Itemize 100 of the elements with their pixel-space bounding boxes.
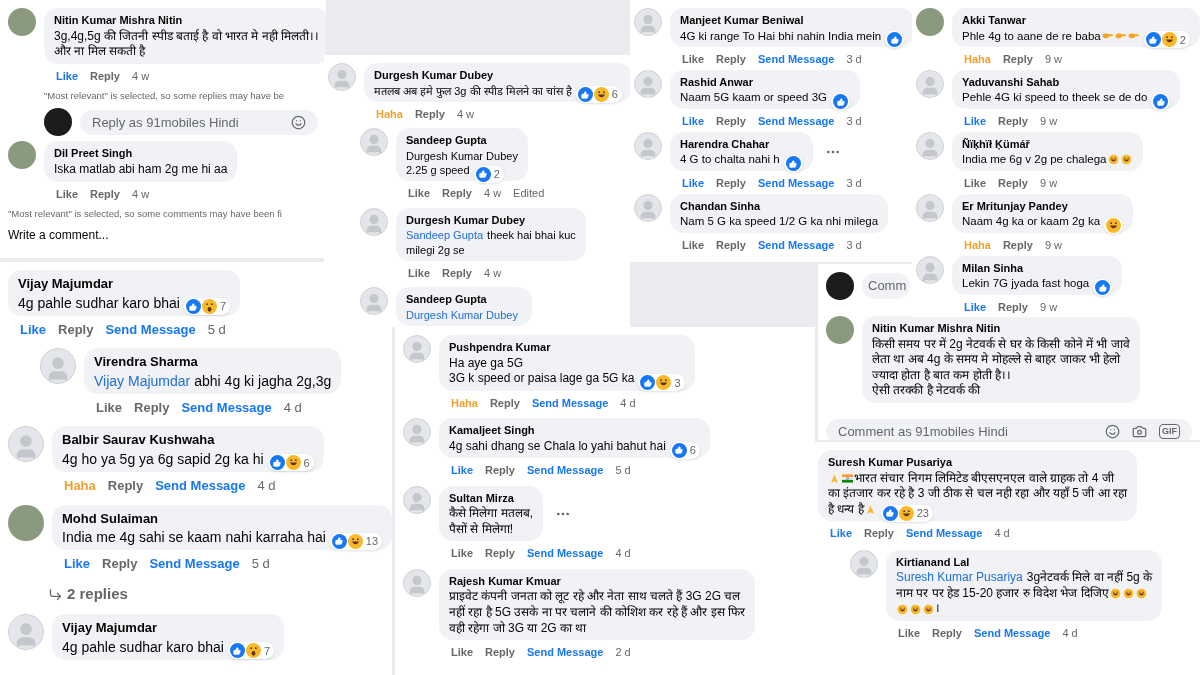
reply-link[interactable]: Reply (1002, 51, 1033, 68)
commenter-name[interactable]: Dil Preet Singh (54, 145, 228, 162)
send-message-link[interactable]: Send Message (758, 237, 835, 254)
commenter-name[interactable]: Sandeep Gupta (406, 132, 518, 149)
reply-link[interactable]: Reply (998, 299, 1028, 316)
reaction-badge[interactable]: 23 (880, 505, 933, 522)
reply-link[interactable]: Reply (102, 554, 138, 574)
like-link[interactable]: Like (451, 462, 473, 479)
like-link[interactable]: Like (408, 265, 430, 282)
reply-link[interactable]: Reply (864, 525, 894, 542)
reply-link[interactable]: Reply (442, 185, 472, 202)
reaction-badge[interactable]: 6 (267, 454, 314, 472)
commenter-name[interactable]: Vijay Majumdar (18, 274, 231, 294)
reply-link[interactable]: Reply (485, 644, 515, 661)
reply-link[interactable]: Reply (716, 51, 746, 68)
camera-icon[interactable] (1132, 424, 1147, 440)
reaction-badge[interactable]: 2 (473, 165, 504, 183)
commenter-name[interactable]: Manjeet Kumar Beniwal (680, 12, 905, 29)
like-link[interactable]: Like (964, 113, 986, 130)
commenter-name[interactable]: Vijay Majumdar (62, 618, 275, 638)
commenter-name[interactable]: Harendra Chahar (680, 135, 803, 153)
reply-link[interactable]: Reply (1002, 237, 1033, 254)
reply-link[interactable]: Reply (134, 397, 170, 418)
comment-input-field[interactable]: Comm (862, 273, 910, 299)
send-message-link[interactable]: Send Message (181, 397, 272, 418)
reply-link[interactable]: Reply (489, 394, 520, 412)
commenter-name[interactable]: Mohd Sulaiman (62, 508, 383, 529)
commenter-name[interactable]: Suresh Kumar Pusariya (828, 454, 1128, 471)
emoji-icon[interactable] (1105, 424, 1120, 440)
reaction-badge[interactable]: 3 (638, 374, 685, 392)
commenter-name[interactable]: Yaduvanshi Sahab (962, 73, 1171, 91)
commenter-name[interactable]: Durgesh Kumar Dubey (374, 67, 622, 84)
reply-link[interactable]: Reply (90, 67, 120, 85)
comment-input-field[interactable]: Comment as 91mobiles Hindi GIF (826, 418, 1192, 440)
reaction-badge[interactable]: 2 (1143, 31, 1190, 49)
like-link[interactable]: Like (20, 319, 46, 340)
reply-link[interactable]: Reply (716, 237, 746, 254)
send-message-link[interactable]: Send Message (149, 554, 240, 574)
commenter-name[interactable]: Nitin Kumar Mishra Nitin (54, 12, 320, 29)
reply-link[interactable]: Reply (485, 462, 515, 479)
commenter-name[interactable]: Akki Tanwar (962, 12, 1190, 29)
commenter-name[interactable]: Balbir Saurav Kushwaha (62, 430, 314, 450)
send-message-link[interactable]: Send Message (758, 175, 835, 192)
commenter-name[interactable]: Rajesh Kumar Kmuar (449, 572, 746, 590)
like-link[interactable]: Like (898, 625, 920, 642)
send-message-link[interactable]: Send Message (906, 525, 983, 542)
send-message-link[interactable]: Send Message (758, 51, 835, 68)
comment-input-field[interactable]: Reply as 91mobiles Hindi (80, 109, 318, 136)
reaction-badge[interactable]: 13 (329, 532, 383, 550)
send-message-link[interactable]: Send Message (758, 113, 835, 130)
reaction-badge[interactable]: 7 (183, 298, 231, 316)
send-message-link[interactable]: Send Message (527, 644, 604, 661)
send-message-link[interactable]: Send Message (105, 319, 196, 340)
like-link[interactable]: Like (682, 237, 704, 254)
reply-link[interactable]: Reply (414, 105, 445, 123)
send-message-link[interactable]: Send Message (527, 545, 604, 562)
send-message-link[interactable]: Send Message (155, 476, 246, 496)
reply-link[interactable]: Reply (932, 625, 962, 642)
commenter-name[interactable]: Durgesh Kumar Dubey (406, 211, 576, 229)
like-link[interactable]: Like (56, 67, 78, 85)
reaction-badge[interactable]: 6 (575, 86, 622, 104)
reply-link[interactable]: Reply (107, 476, 144, 496)
like-link[interactable]: Like (408, 185, 430, 202)
write-comment-prompt[interactable]: Write a comment... (8, 226, 318, 245)
reply-link[interactable]: Reply (442, 265, 472, 282)
like-link[interactable]: Like (830, 525, 852, 542)
like-link[interactable]: Like (682, 113, 704, 130)
mention-link[interactable]: Vijay Majumdar (94, 371, 191, 390)
commenter-name[interactable]: Kirtianand Lal (896, 553, 1153, 571)
reply-link[interactable]: Reply (485, 545, 515, 562)
view-replies-link[interactable]: 2 replies (48, 582, 384, 606)
send-message-link[interactable]: Send Message (531, 394, 609, 412)
like-link[interactable]: Like (96, 397, 122, 418)
like-link[interactable]: Like (964, 299, 986, 316)
commenter-name[interactable]: Kamaljeet Singh (449, 422, 700, 439)
send-message-link[interactable]: Send Message (974, 625, 1051, 642)
commenter-name[interactable]: Chandan Sinha (680, 197, 879, 215)
like-link[interactable]: Like (682, 51, 704, 68)
like-link[interactable]: Like (64, 554, 90, 574)
like-link[interactable]: Like (56, 185, 78, 203)
emoji-icon[interactable] (291, 114, 306, 130)
gif-button[interactable]: GIF (1159, 423, 1180, 440)
mention-link[interactable]: Durgesh Kumar Dubey (406, 308, 518, 323)
reaction-badge[interactable]: 6 (669, 442, 700, 459)
commenter-name[interactable]: Sultan Mirza (449, 489, 533, 507)
reply-link[interactable]: Reply (716, 175, 746, 192)
commenter-name[interactable]: Nitin Kumar Mishra Nitin (872, 320, 1130, 337)
commenter-name[interactable]: Er Mritunjay Pandey (962, 197, 1124, 215)
commenter-name[interactable]: Virendra Sharma (94, 352, 332, 372)
reply-link[interactable]: Reply (716, 113, 746, 130)
send-message-link[interactable]: Send Message (527, 462, 604, 479)
commenter-name[interactable]: Milan Sinha (962, 259, 1113, 277)
commenter-name[interactable]: Rashid Anwar (680, 73, 850, 91)
mention-link[interactable]: Sandeep Gupta (406, 228, 484, 243)
reply-link[interactable]: Reply (998, 113, 1028, 130)
like-link[interactable]: Like (964, 175, 986, 192)
reply-link[interactable]: Reply (998, 175, 1028, 192)
commenter-name[interactable]: Pushpendra Kumar (449, 339, 685, 356)
commenter-name[interactable]: Ñïķhïł Ķümář (962, 135, 1133, 153)
reply-link[interactable]: Reply (58, 319, 94, 340)
